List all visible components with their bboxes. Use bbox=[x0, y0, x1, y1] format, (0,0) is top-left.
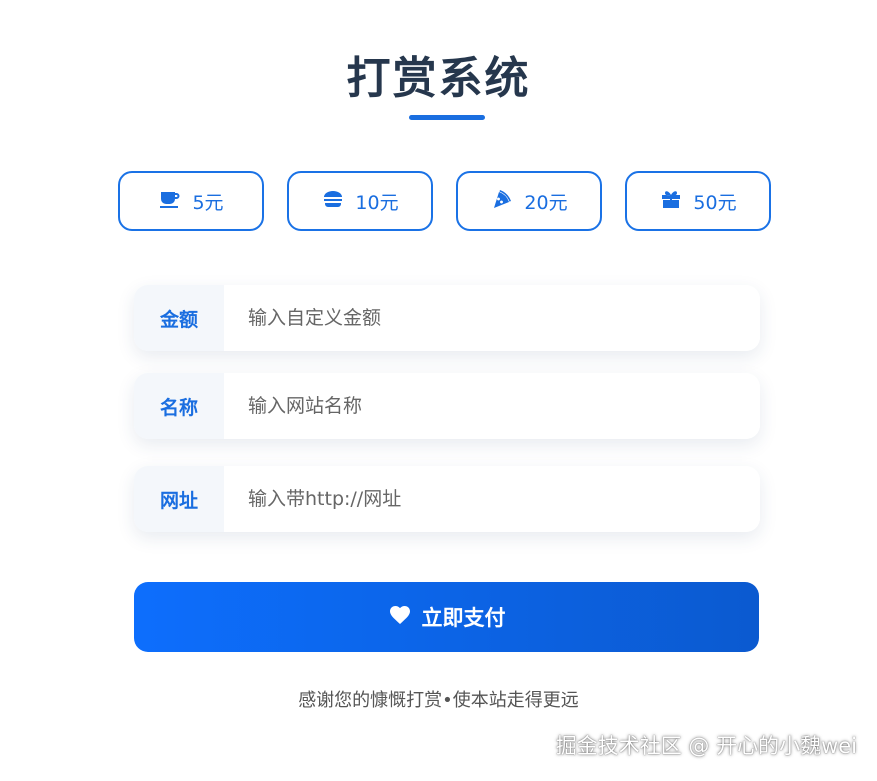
amount-label: 金额 bbox=[134, 285, 224, 351]
amount-option-label: 50元 bbox=[693, 191, 737, 214]
heart-icon bbox=[388, 603, 412, 632]
watermark-text: 掘金技术社区 @ 开心的小魏wei bbox=[555, 734, 857, 758]
amount-option-label: 10元 bbox=[355, 191, 399, 214]
name-label: 名称 bbox=[134, 373, 224, 439]
title-underline bbox=[409, 115, 485, 120]
url-label: 网址 bbox=[134, 466, 224, 532]
amount-input[interactable] bbox=[224, 285, 760, 351]
amount-option-50[interactable]: 50元 bbox=[625, 171, 771, 231]
name-input[interactable] bbox=[224, 373, 760, 439]
url-row: 网址 bbox=[134, 466, 760, 532]
pizza-icon bbox=[490, 187, 514, 216]
amount-option-5[interactable]: 5元 bbox=[118, 171, 264, 231]
amount-option-label: 5元 bbox=[192, 191, 224, 214]
pay-now-label: 立即支付 bbox=[421, 606, 506, 630]
burger-icon bbox=[321, 187, 345, 216]
amount-option-20[interactable]: 20元 bbox=[456, 171, 602, 231]
name-row: 名称 bbox=[134, 373, 760, 439]
page-title: 打赏系统 bbox=[346, 53, 531, 104]
amount-option-10[interactable]: 10元 bbox=[287, 171, 433, 231]
coffee-icon bbox=[158, 187, 182, 216]
gift-icon bbox=[659, 187, 683, 216]
pay-now-button[interactable]: 立即支付 bbox=[134, 582, 759, 652]
thanks-text: 感谢您的慷慨打赏•使本站走得更远 bbox=[298, 690, 579, 711]
amount-row: 金额 bbox=[134, 285, 760, 351]
amount-options: 5元 10元 20元 50元 bbox=[118, 171, 775, 235]
amount-option-label: 20元 bbox=[524, 191, 568, 214]
url-input[interactable] bbox=[224, 466, 760, 532]
